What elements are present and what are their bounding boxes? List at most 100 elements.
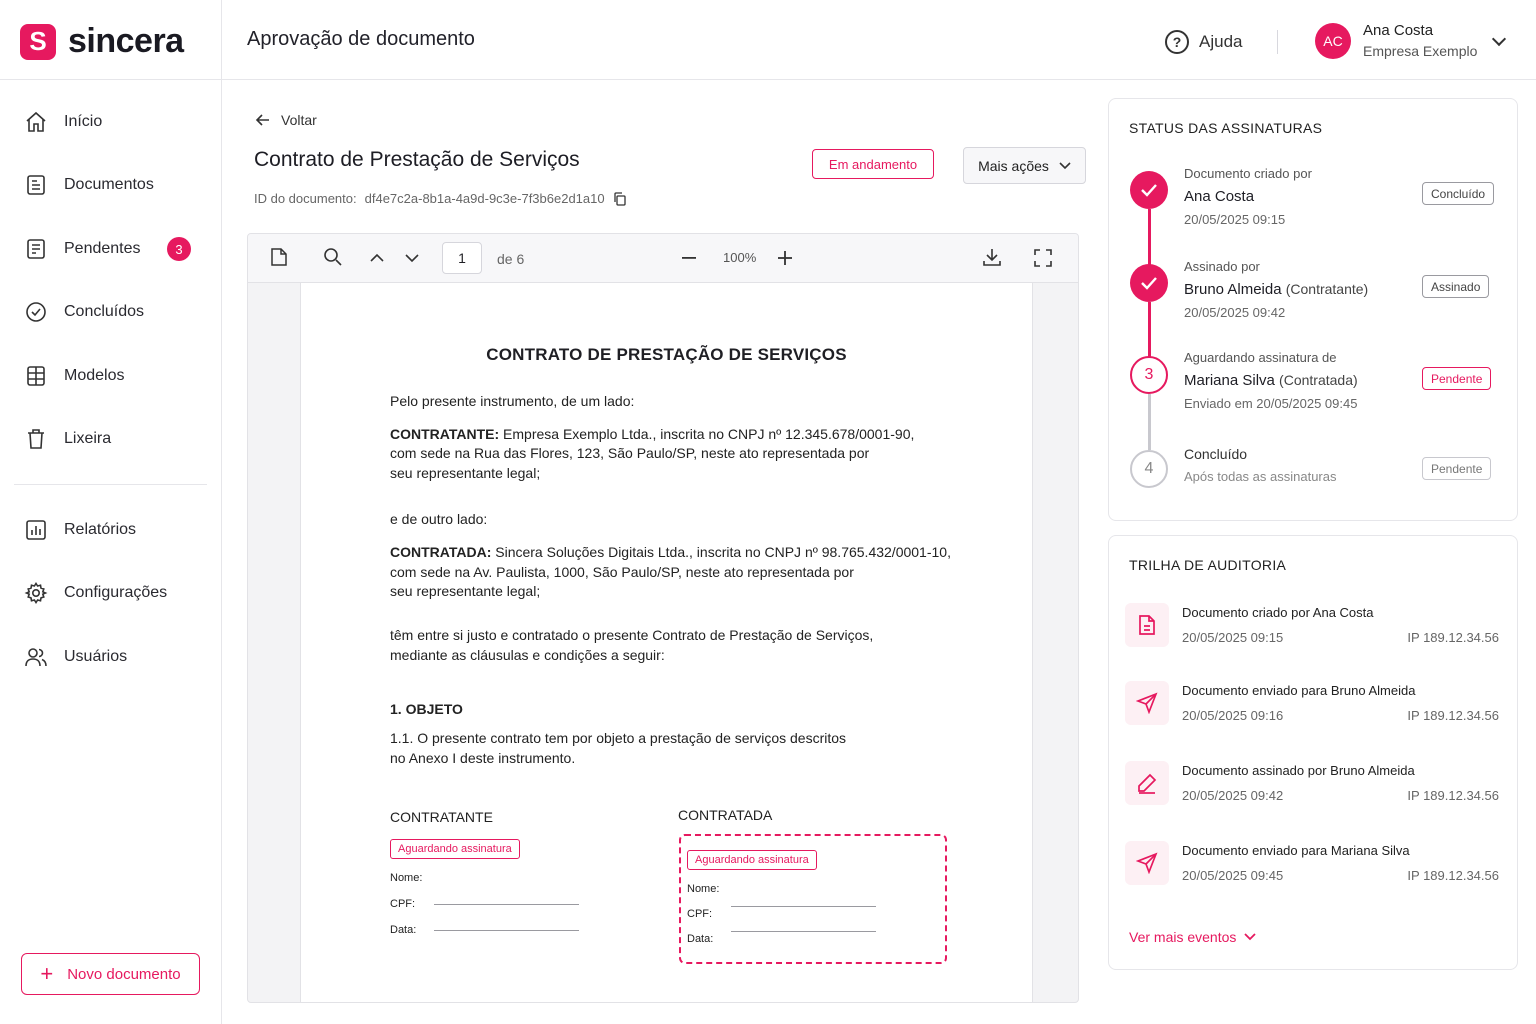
- sidebar-item-label: Modelos: [64, 367, 125, 384]
- sidebar-item-label: Configurações: [64, 584, 168, 601]
- page-number-input[interactable]: 1: [442, 242, 482, 274]
- send-icon: [1125, 841, 1169, 885]
- timeline-connector: [1148, 394, 1151, 450]
- chevron-up-icon[interactable]: [370, 253, 384, 262]
- sidebar-item-lixeira[interactable]: Lixeira: [24, 427, 111, 451]
- new-document-button[interactable]: + Novo documento: [21, 953, 200, 995]
- help-label: Ajuda: [1199, 32, 1243, 51]
- step-number: 3: [1130, 356, 1168, 394]
- contratada-line: Sincera Soluções Digitais Ltda., inscrit…: [495, 544, 951, 560]
- back-button[interactable]: Voltar: [255, 112, 317, 128]
- audit-event-text: Documento criado por Ana Costa: [1182, 605, 1374, 620]
- sidebar-item-configuracoes[interactable]: Configurações: [24, 581, 167, 605]
- step-name: Mariana Silva (Contratada): [1184, 372, 1358, 389]
- audit-event-text: Documento enviado para Mariana Silva: [1182, 843, 1410, 858]
- sidebar-item-label: Relatórios: [64, 521, 137, 538]
- zoom-out-icon[interactable]: [682, 257, 696, 259]
- see-more-events-label: Ver mais eventos: [1129, 929, 1237, 945]
- step-name-value: Mariana Silva: [1184, 372, 1275, 389]
- search-icon[interactable]: [323, 247, 343, 267]
- brand[interactable]: S sincera: [20, 22, 184, 61]
- step-label: Aguardando assinatura de: [1184, 350, 1337, 365]
- document-id: ID do documento: df4e7c2a-8b1a-4a9d-9c3e…: [254, 191, 627, 206]
- signature-status-badge: Aguardando assinatura: [390, 839, 520, 859]
- more-actions-button[interactable]: Mais ações: [963, 147, 1086, 184]
- document-id-value: df4e7c2a-8b1a-4a9d-9c3e-7f3b6e2d1a10: [364, 191, 605, 206]
- template-icon: [27, 366, 45, 386]
- thumbnails-icon[interactable]: [270, 247, 288, 267]
- zoom-in-icon[interactable]: [778, 251, 792, 265]
- step-label: Documento criado por: [1184, 166, 1312, 181]
- page-title: Aprovação de documento: [247, 28, 475, 50]
- sidebar-item-label: Lixeira: [64, 430, 112, 447]
- step-role: (Contratante): [1285, 281, 1369, 297]
- sidebar-item-relatorios[interactable]: Relatórios: [24, 518, 136, 542]
- timeline-connector: [1148, 302, 1151, 357]
- contratada-line: seu representante legal;: [390, 583, 541, 599]
- signature-title-contratada: CONTRATADA: [678, 807, 773, 823]
- step-status-badge: Pendente: [1422, 457, 1492, 480]
- document-viewer: 1 de 6 100% CONTRATO DE PRESTAÇÃO DE SER…: [247, 233, 1079, 1003]
- sidebar-item-label: Usuários: [64, 648, 128, 665]
- see-more-events-link[interactable]: Ver mais eventos: [1129, 929, 1257, 945]
- new-document-label: Novo documento: [67, 965, 181, 983]
- signature-date-label: Data:: [687, 933, 714, 945]
- back-label: Voltar: [281, 112, 317, 128]
- sidebar-item-usuarios[interactable]: Usuários: [24, 645, 127, 669]
- step-status-badge: Pendente: [1422, 367, 1492, 390]
- contratada-line: com sede na Av. Paulista, 1000, São Paul…: [390, 564, 854, 580]
- chart-icon: [26, 520, 46, 540]
- contract-title: CONTRATO DE PRESTAÇÃO DE SERVIÇOS: [486, 345, 847, 364]
- home-icon: [26, 111, 46, 132]
- sidebar-item-documentos[interactable]: Documentos: [24, 173, 154, 197]
- contratante-label: CONTRATANTE:: [390, 426, 500, 442]
- sidebar-item-label: Concluídos: [64, 303, 145, 320]
- check-icon: [1130, 264, 1168, 302]
- sidebar-separator: [14, 484, 207, 485]
- audit-event-ip: IP 189.12.34.56: [1407, 788, 1499, 803]
- sidebar-item-label: Início: [64, 113, 103, 130]
- help-button[interactable]: ? Ajuda: [1165, 30, 1242, 54]
- step-label: Concluído: [1184, 446, 1248, 462]
- chevron-down-icon[interactable]: [405, 254, 419, 263]
- copy-icon[interactable]: [613, 191, 627, 206]
- plus-icon: +: [40, 961, 54, 986]
- panel-title: STATUS DAS ASSINATURAS: [1129, 120, 1323, 136]
- user-info: Ana Costa Empresa Exemplo: [1363, 22, 1477, 59]
- document-icon: [27, 175, 45, 195]
- section-title: 1. OBJETO: [390, 701, 463, 717]
- download-icon[interactable]: [982, 247, 1002, 267]
- audit-event-ip: IP 189.12.34.56: [1407, 868, 1499, 883]
- signature-line: [434, 904, 579, 905]
- document-title: Contrato de Prestação de Serviços: [254, 148, 580, 171]
- audit-event-ip: IP 189.12.34.56: [1407, 630, 1499, 645]
- viewer-toolbar: 1 de 6 100%: [248, 234, 1078, 283]
- sidebar-item-concluidos[interactable]: Concluídos: [24, 300, 144, 324]
- contratante-line: seu representante legal;: [390, 465, 541, 481]
- sidebar-item-inicio[interactable]: Início: [24, 110, 102, 134]
- brand-name: sincera: [68, 22, 184, 60]
- signature-line: [731, 931, 876, 932]
- sidebar-divider: [221, 0, 222, 1024]
- sidebar-item-label: Documentos: [64, 176, 154, 193]
- sidebar-item-modelos[interactable]: Modelos: [24, 364, 124, 388]
- pen-icon: [1125, 761, 1169, 805]
- section-line: no Anexo I deste instrumento.: [390, 750, 576, 766]
- more-actions-label: Mais ações: [978, 157, 1049, 174]
- header-divider: [1277, 30, 1278, 54]
- trash-icon: [28, 429, 44, 449]
- contratada-clause: CONTRATADA: Sincera Soluções Digitais Lt…: [390, 542, 951, 562]
- total-pages: de 6: [497, 251, 525, 267]
- section-line: 1.1. O presente contrato tem por objeto …: [390, 730, 847, 746]
- check-icon: [1130, 171, 1168, 209]
- user-menu[interactable]: AC Ana Costa Empresa Exemplo: [1315, 22, 1477, 59]
- audit-event-text: Documento assinado por Bruno Almeida: [1182, 763, 1415, 778]
- chevron-down-icon[interactable]: [1491, 31, 1507, 47]
- sidebar-item-pendentes[interactable]: Pendentes: [24, 237, 141, 261]
- file-icon: [1125, 603, 1169, 647]
- status-badge: Em andamento: [812, 149, 934, 179]
- fullscreen-icon[interactable]: [1034, 249, 1052, 267]
- agreement-line: mediante as cláusulas e condições a segu…: [390, 647, 665, 663]
- chevron-down-icon: [1059, 161, 1071, 169]
- users-icon: [25, 648, 47, 667]
